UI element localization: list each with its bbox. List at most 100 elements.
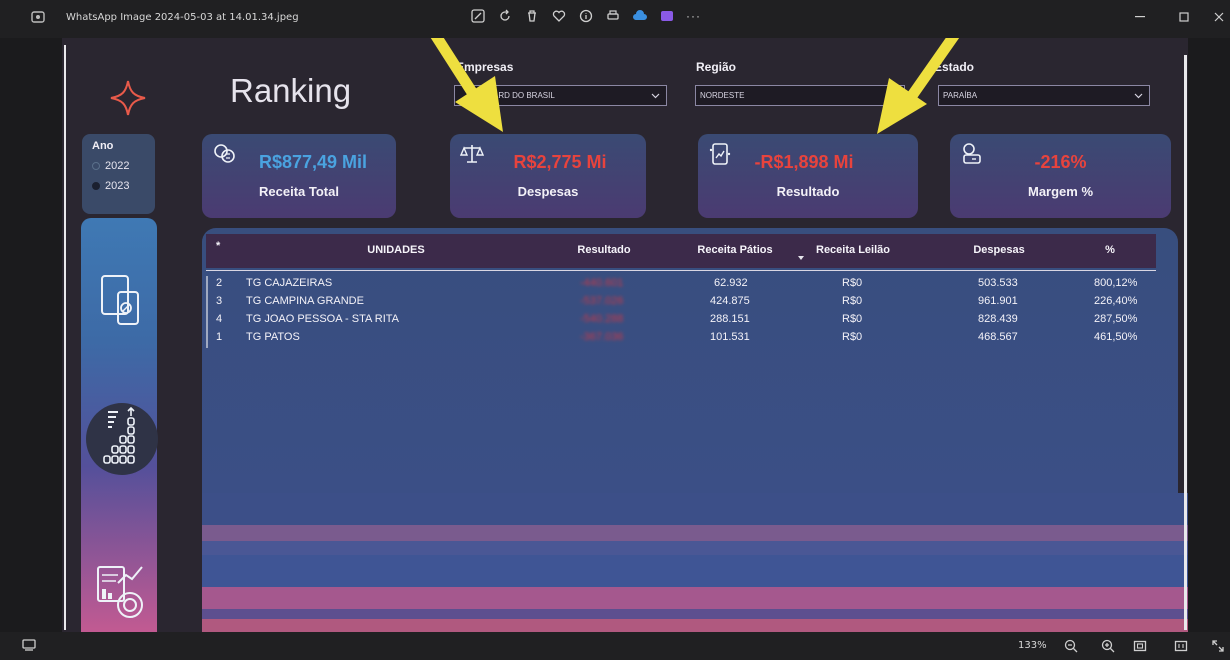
column-header-receita-patios[interactable]: Receita Pátios <box>680 244 790 256</box>
edit-icon[interactable] <box>470 8 486 24</box>
kpi-receita-total: R$877,49 Mil Receita Total <box>202 134 396 218</box>
regiao-label: Região <box>696 60 737 74</box>
filmstrip-icon[interactable] <box>22 639 36 651</box>
kpi-margem: -216% Margem % <box>950 134 1171 218</box>
unit-cell: TG CAJAZEIRAS <box>246 277 333 289</box>
year-option-2023[interactable]: 2023 <box>92 180 129 192</box>
restore-icon[interactable] <box>1177 10 1191 24</box>
patios-cell: 424.875 <box>710 295 750 307</box>
pct-cell: 287,50% <box>1094 313 1138 325</box>
resultado-cell: -540.288 <box>580 313 624 325</box>
radio-button[interactable] <box>92 182 100 190</box>
zoom-in-icon[interactable] <box>1101 639 1115 653</box>
column-header-receita-leilao[interactable]: Receita Leilão <box>798 244 908 256</box>
screen-distortion-bands <box>202 493 1188 632</box>
despesas-cell: 961.901 <box>978 295 1018 307</box>
print-icon[interactable] <box>605 8 621 24</box>
despesas-cell: 828.439 <box>978 313 1018 325</box>
rank-cell: 1 <box>216 331 223 343</box>
pct-cell: 461,50% <box>1094 331 1138 343</box>
year-option-label: 2023 <box>105 180 130 192</box>
regiao-value: NORDESTE <box>700 91 745 100</box>
leilao-cell: R$0 <box>842 331 863 343</box>
cloud-icon[interactable] <box>632 8 648 24</box>
annotation-arrow-resultado-icon <box>877 38 960 134</box>
annotation-arrow-despesas-icon <box>430 38 503 132</box>
table-header: * UNIDADES Resultado Receita Pátios Rece… <box>206 234 1156 268</box>
more-options-icon[interactable]: ··· <box>686 9 701 23</box>
viewer-titlebar: WhatsApp Image 2024-05-03 at 14.01.34.jp… <box>0 0 1230 38</box>
table-row[interactable]: 3 TG CAMPINA GRANDE -537.026 424.875 R$0… <box>206 293 1156 311</box>
page-title: Ranking <box>230 72 352 109</box>
year-option-label: 2022 <box>105 160 130 172</box>
column-header-unidades[interactable]: UNIDADES <box>336 244 456 256</box>
clipchamp-icon[interactable] <box>659 8 675 24</box>
resultado-cell: -537.026 <box>580 295 624 307</box>
actual-size-icon[interactable] <box>1174 639 1188 653</box>
tablet-phone-nav-icon[interactable] <box>100 272 144 328</box>
kpi-label: Resultado <box>776 184 840 199</box>
image-filename: WhatsApp Image 2024-05-03 at 14.01.34.jp… <box>66 12 299 23</box>
ranking-bars-icon <box>103 406 135 464</box>
patios-cell: 101.531 <box>710 331 750 343</box>
frame-edge-right <box>1184 55 1187 630</box>
rotate-icon[interactable] <box>497 8 513 24</box>
table-row[interactable]: 1 TG PATOS -367.036 101.531 R$0 468.567 … <box>206 329 1156 347</box>
leilao-cell: R$0 <box>842 313 863 325</box>
patios-cell: 62.932 <box>714 277 748 289</box>
column-header-resultado[interactable]: Resultado <box>554 244 654 256</box>
resultado-cell: -440.601 <box>580 277 624 289</box>
kpi-value: R$877,49 Mil <box>258 152 368 172</box>
year-slicer: Ano 2022 2023 <box>82 134 155 214</box>
leilao-cell: R$0 <box>842 295 863 307</box>
kpi-resultado: -R$1,898 Mi Resultado <box>698 134 918 218</box>
kpi-label: Despesas <box>517 184 579 199</box>
info-icon[interactable] <box>578 8 594 24</box>
rank-cell: 3 <box>216 295 223 307</box>
kpi-label: Receita Total <box>259 184 339 199</box>
resultado-cell: -367.036 <box>580 331 624 343</box>
kpi-label: Margem % <box>1027 184 1094 199</box>
delete-icon[interactable] <box>524 8 540 24</box>
table-row[interactable]: 2 TG CAJAZEIRAS -440.601 62.932 R$0 503.… <box>206 275 1156 293</box>
zoom-out-icon[interactable] <box>1064 639 1078 653</box>
kpi-value: -R$1,898 Mi <box>754 152 854 172</box>
favorite-icon[interactable] <box>551 8 567 24</box>
frame-edge-left <box>64 45 66 630</box>
year-slicer-title: Ano <box>92 140 114 152</box>
patios-cell: 288.151 <box>710 313 750 325</box>
table-row[interactable]: 4 TG JOAO PESSOA - STA RITA -540.288 288… <box>206 311 1156 329</box>
rank-cell: 4 <box>216 313 223 325</box>
sparkle-logo-icon <box>110 80 146 116</box>
fullscreen-icon[interactable] <box>1211 639 1225 653</box>
despesas-cell: 503.533 <box>978 277 1018 289</box>
rank-cell: 2 <box>216 277 223 289</box>
unit-cell: TG JOAO PESSOA - STA RITA <box>246 313 400 325</box>
ranking-table: * UNIDADES Resultado Receita Pátios Rece… <box>202 228 1178 493</box>
leilao-cell: R$0 <box>842 277 863 289</box>
fit-to-window-icon[interactable] <box>1133 639 1147 653</box>
kpi-value: -216% <box>1034 152 1087 172</box>
chevron-down-icon <box>1134 93 1143 99</box>
chevron-down-icon <box>651 93 660 99</box>
close-icon[interactable] <box>1212 10 1226 24</box>
radio-button[interactable] <box>92 162 100 170</box>
viewer-statusbar: 133% <box>0 632 1230 660</box>
unit-cell: TG PATOS <box>246 331 300 343</box>
sort-descending-icon <box>798 256 804 260</box>
report-canvas: Ranking Empresas GUARD DO BRASIL Região … <box>62 38 1188 632</box>
row-indicator <box>206 276 208 348</box>
viewer-toolbar: ··· <box>470 8 701 24</box>
unit-cell: TG CAMPINA GRANDE <box>246 295 364 307</box>
column-header-rank[interactable]: * <box>216 240 220 252</box>
zoom-level: 133% <box>1018 640 1047 651</box>
photos-app-icon <box>31 11 45 23</box>
pct-cell: 226,40% <box>1094 295 1138 307</box>
year-option-2022[interactable]: 2022 <box>92 160 129 172</box>
column-header-pct[interactable]: % <box>1080 244 1140 256</box>
column-header-despesas[interactable]: Despesas <box>954 244 1044 256</box>
report-analytics-nav-icon[interactable] <box>96 561 146 623</box>
despesas-cell: 468.567 <box>978 331 1018 343</box>
minimize-icon[interactable] <box>1133 10 1147 24</box>
header-divider <box>206 270 1156 271</box>
